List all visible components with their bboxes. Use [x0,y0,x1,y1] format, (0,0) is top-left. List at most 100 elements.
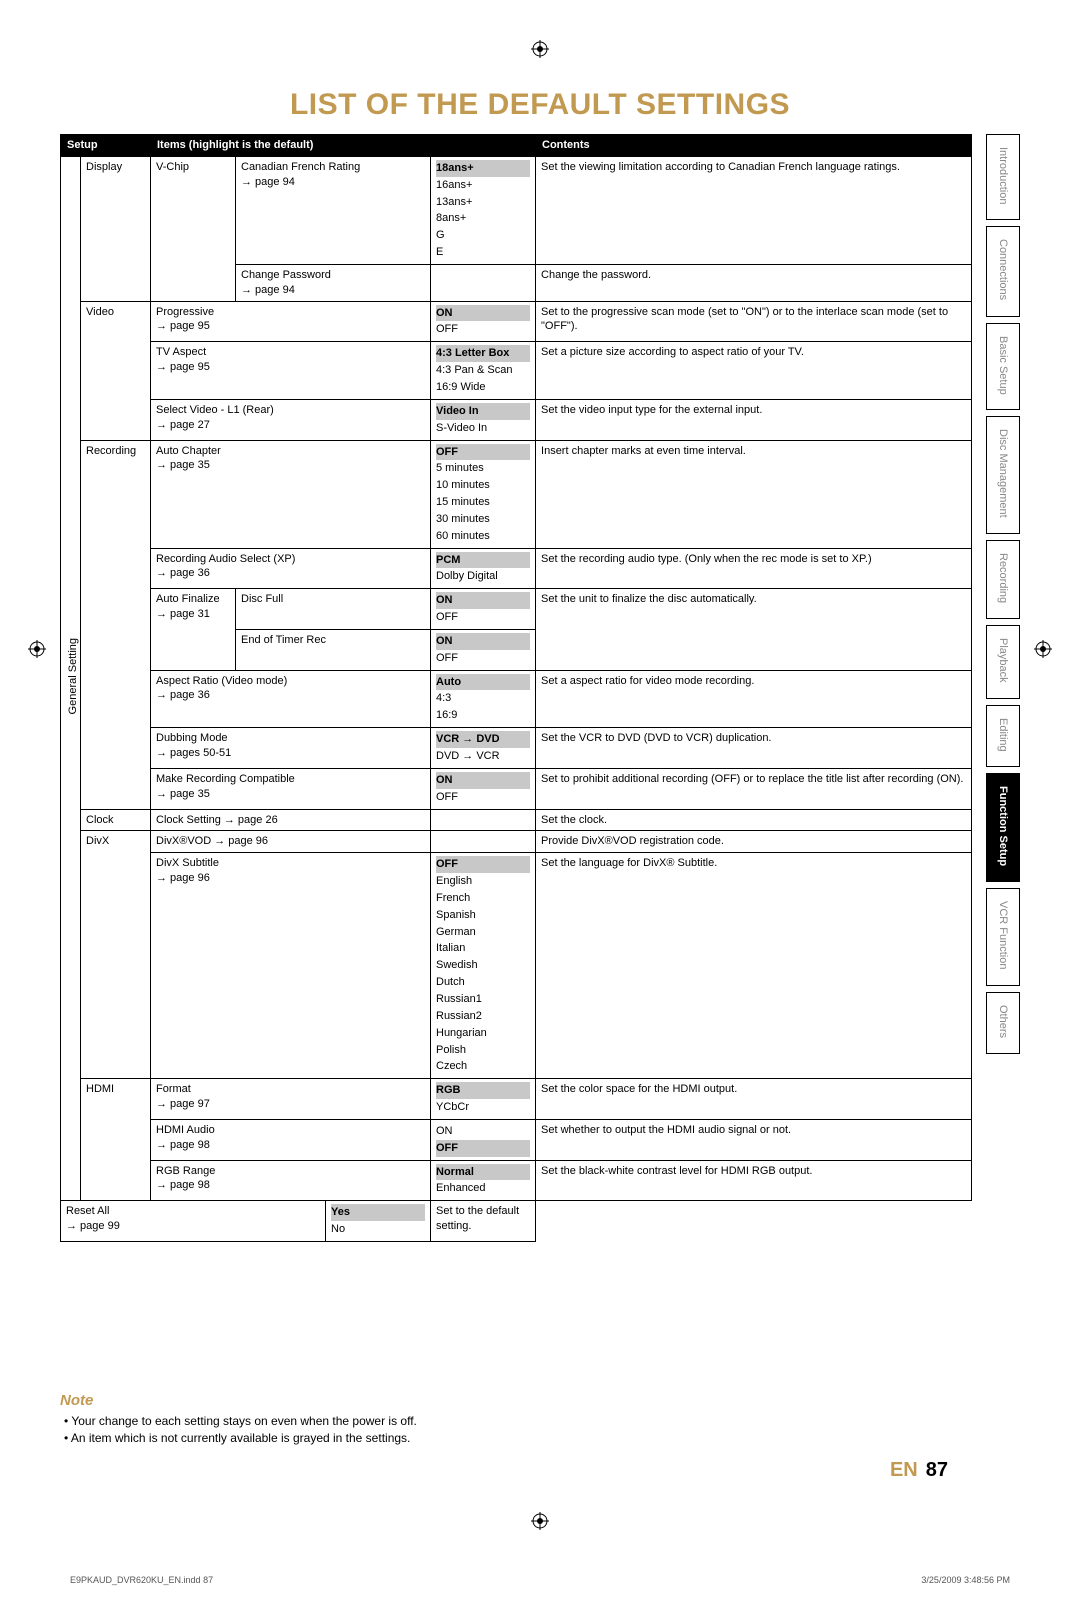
cell: Make Recording Compatible → page 35 [151,768,431,809]
cell-options: ONOFF [431,589,536,630]
cell-desc: Set the language for DivX® Subtitle. [536,853,972,1079]
cell: DivX Subtitle → page 96 [151,853,431,1079]
cell-desc: Set to the progressive scan mode (set to… [536,301,972,342]
cell-desc: Insert chapter marks at even time interv… [536,440,972,548]
cell-options: Video InS-Video In [431,399,536,440]
note-section: Note Your change to each setting stays o… [60,1392,972,1447]
cell: Select Video - L1 (Rear) → page 27 [151,399,431,440]
cell-options: PCMDolby Digital [431,548,536,589]
tab-recording[interactable]: Recording [986,540,1020,619]
cell-desc: Set the viewing limitation according to … [536,156,972,264]
table-row: Dubbing Mode → pages 50-51 VCR → DVDDVD … [61,728,972,769]
cell: Auto Finalize → page 31 [151,589,236,670]
page-title: LIST OF THE DEFAULT SETTINGS [60,88,1020,122]
cell: Progressive → page 95 [151,301,431,342]
cell: Format → page 97 [151,1079,431,1120]
table-row: HDMI Audio → page 98 ONOFF Set whether t… [61,1119,972,1160]
table-row: Aspect Ratio (Video mode) → page 36 Auto… [61,670,972,728]
cell-desc: Set a aspect ratio for video mode record… [536,670,972,728]
cell-desc: Set the black-white contrast level for H… [536,1160,972,1201]
tab-others[interactable]: Others [986,992,1020,1054]
cell: Recording Audio Select (XP) → page 36 [151,548,431,589]
cell: Video [81,301,151,440]
table-row: DivX Subtitle → page 96 OFF English Fren… [61,853,972,1079]
cell-desc: Set to the default setting. [431,1201,536,1242]
cell-options: ONOFF [431,629,536,670]
cell: HDMI Audio → page 98 [151,1119,431,1160]
cell-desc: Set the color space for the HDMI output. [536,1079,972,1120]
cell: RGB Range → page 98 [151,1160,431,1201]
cell-options: OFF English French Spanish German Italia… [431,853,536,1079]
note-title: Note [60,1392,972,1409]
th-contents: Contents [536,135,972,157]
cell-options: 4:3 Letter Box4:3 Pan & Scan16:9 Wide [431,342,536,400]
cell-desc: Set the recording audio type. (Only when… [536,548,972,589]
tab-editing[interactable]: Editing [986,705,1020,768]
table-row: Clock Clock Setting → page 26 Set the cl… [61,809,972,831]
tab-vcr-function[interactable]: VCR Function [986,888,1020,985]
tab-connections[interactable]: Connections [986,226,1020,316]
cell-desc: Set the unit to finalize the disc automa… [536,589,972,670]
cell-options: RGBYCbCr [431,1079,536,1120]
cell-options: VCR → DVDDVD → VCR [431,728,536,769]
register-left [28,640,46,661]
register-right [1034,640,1052,661]
cell-options: YesNo [326,1201,431,1242]
cell-desc: Change the password. [536,264,972,301]
cell-desc: Set whether to output the HDMI audio sig… [536,1119,972,1160]
table-row: Recording Auto Chapter → page 35 OFF 5 m… [61,440,972,548]
footer-file: E9PKAUD_DVR620KU_EN.indd 87 [70,1575,213,1585]
cell: Change Password → page 94 [236,264,431,301]
footer-stamp: 3/25/2009 3:48:56 PM [921,1575,1010,1585]
note-item: An item which is not currently available… [64,1430,972,1447]
cell: End of Timer Rec [236,629,431,670]
cell: Reset All → page 99 [61,1201,326,1242]
settings-table: Setup Items (highlight is the default) C… [60,134,972,1242]
tab-playback[interactable]: Playback [986,625,1020,699]
cell-options [431,264,536,301]
cell-desc: Set to prohibit additional recording (OF… [536,768,972,809]
cell-options [431,831,536,853]
cell-options: ONOFF [431,301,536,342]
cell-options: ONOFF [431,1119,536,1160]
table-row: HDMI Format → page 97 RGBYCbCr Set the c… [61,1079,972,1120]
cell: Auto Chapter → page 35 [151,440,431,548]
cell-options [431,809,536,831]
table-row: Make Recording Compatible → page 35 ONOF… [61,768,972,809]
cell: Aspect Ratio (Video mode) → page 36 [151,670,431,728]
tab-disc-management[interactable]: Disc Management [986,416,1020,534]
table-row: DivX DivX®VOD → page 96 Provide DivX®VOD… [61,831,972,853]
table-row: Select Video - L1 (Rear) → page 27 Video… [61,399,972,440]
cell: TV Aspect → page 95 [151,342,431,400]
cell-options: OFF 5 minutes 10 minutes 15 minutes 30 m… [431,440,536,548]
side-tabs: Introduction Connections Basic Setup Dis… [986,134,1020,1054]
crop-register-bottom [60,1512,1020,1530]
cell: Clock [81,809,151,831]
cell-options: Auto4:316:9 [431,670,536,728]
cell-options: 18ans+ 16ans+ 13ans+ 8ans+ G E [431,156,536,264]
table-row: Reset All → page 99 YesNo Set to the def… [61,1201,972,1242]
table-row: Auto Finalize → page 31 Disc Full ONOFF … [61,589,972,630]
th-items: Items (highlight is the default) [151,135,536,157]
group-label: General Setting [61,156,81,1200]
cell: Canadian French Rating → page 94 [236,156,431,264]
page-number: EN87 [60,1459,972,1482]
cell-desc: Set the VCR to DVD (DVD to VCR) duplicat… [536,728,972,769]
table-row: Recording Audio Select (XP) → page 36 PC… [61,548,972,589]
tab-basic-setup[interactable]: Basic Setup [986,323,1020,411]
cell: Recording [81,440,151,809]
register-icon [531,1512,549,1530]
footer-info: E9PKAUD_DVR620KU_EN.indd 87 3/25/2009 3:… [60,1575,1020,1585]
cell: HDMI [81,1079,151,1201]
cell-options: ONOFF [431,768,536,809]
tab-introduction[interactable]: Introduction [986,134,1020,220]
cell-desc: Set a picture size according to aspect r… [536,342,972,400]
cell: Dubbing Mode → pages 50-51 [151,728,431,769]
tab-function-setup[interactable]: Function Setup [986,773,1020,882]
table-row: TV Aspect → page 95 4:3 Letter Box4:3 Pa… [61,342,972,400]
table-header-row: Setup Items (highlight is the default) C… [61,135,972,157]
th-setup: Setup [61,135,151,157]
cell: DivX®VOD → page 96 [151,831,431,853]
table-row: Video Progressive → page 95 ONOFF Set to… [61,301,972,342]
cell: Clock Setting → page 26 [151,809,431,831]
